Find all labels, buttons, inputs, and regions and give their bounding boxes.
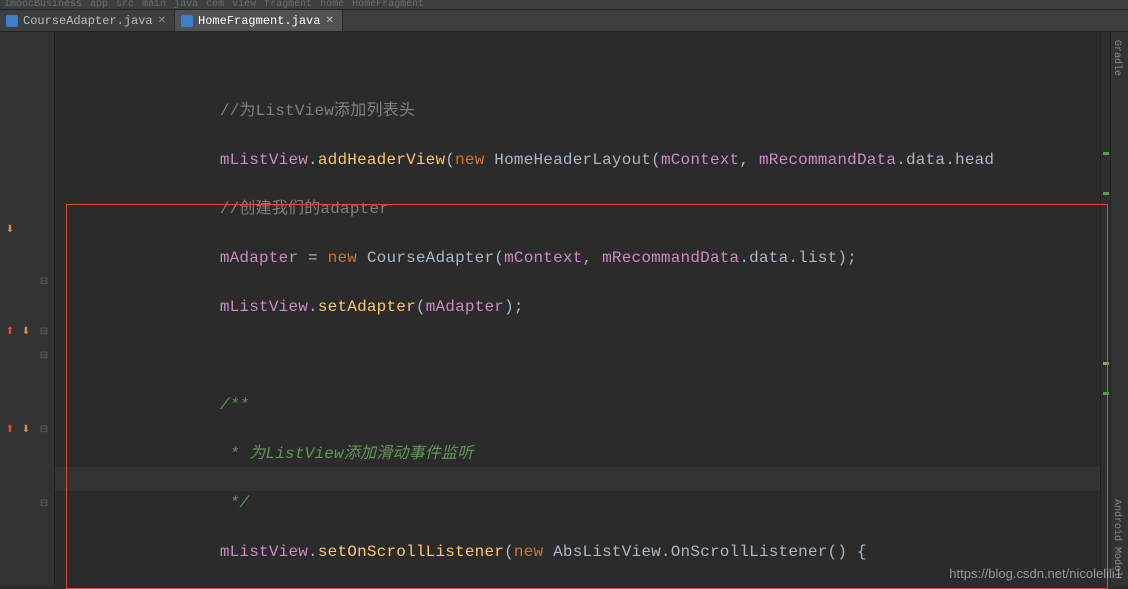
implements-up-icon[interactable]: ⬆ xyxy=(2,324,18,340)
code-text: mAdapter xyxy=(220,249,298,267)
breadcrumb-bar: ImoocBusiness app src main java com view… xyxy=(0,0,1128,10)
breadcrumb[interactable]: com xyxy=(206,0,224,10)
marker-icon[interactable] xyxy=(1103,152,1109,155)
tab-home-fragment[interactable]: HomeFragment.java ✕ xyxy=(175,10,343,31)
code-editor[interactable]: //为ListView添加列表头 mListView.addHeaderView… xyxy=(55,32,1100,585)
override-down-icon[interactable]: ⬇ xyxy=(18,422,34,438)
code-text: mListView xyxy=(220,298,308,316)
breadcrumb[interactable]: home xyxy=(320,0,344,10)
breadcrumb[interactable]: fragment xyxy=(264,0,312,10)
tool-window-gradle[interactable]: Gradle xyxy=(1111,40,1122,76)
watermark: https://blog.csdn.net/nicolelili1 xyxy=(949,566,1122,581)
java-class-icon xyxy=(181,15,193,27)
tab-course-adapter[interactable]: CourseAdapter.java ✕ xyxy=(0,10,175,31)
code-text: mListView xyxy=(220,543,308,561)
tab-label: HomeFragment.java xyxy=(198,14,320,28)
editor-area: ⬇ ⬆ ⬇ ⬆ ⬇ ⊟ ⊟ ⊟ ⊟ ⊟ //为ListView添加列表头 mLi… xyxy=(0,32,1128,585)
breadcrumb[interactable]: ImoocBusiness xyxy=(4,0,82,10)
right-tool-strip: Gradle Android Model xyxy=(1110,32,1128,585)
current-line-highlight xyxy=(55,467,1100,492)
error-stripe[interactable] xyxy=(1100,32,1110,585)
code-text: * 为ListView添加滑动事件监听 xyxy=(220,445,474,463)
fold-icon[interactable]: ⊟ xyxy=(38,276,50,288)
fold-icon[interactable]: ⊟ xyxy=(38,424,50,436)
fold-icon[interactable]: ⊟ xyxy=(38,326,50,338)
close-icon[interactable]: ✕ xyxy=(325,15,333,27)
marker-icon[interactable] xyxy=(1103,392,1109,395)
breadcrumb[interactable]: view xyxy=(232,0,256,10)
code-text: mListView xyxy=(220,151,308,169)
marker-icon[interactable] xyxy=(1103,192,1109,195)
code-text: */ xyxy=(220,494,249,512)
tab-label: CourseAdapter.java xyxy=(23,14,153,28)
fold-icon[interactable]: ⊟ xyxy=(38,350,50,362)
code-text: //创建我们的adapter xyxy=(220,200,389,218)
breadcrumb[interactable]: src xyxy=(116,0,134,10)
breadcrumb[interactable]: HomeFragment xyxy=(352,0,424,10)
override-down-icon[interactable]: ⬇ xyxy=(2,222,18,238)
implements-up-icon[interactable]: ⬆ xyxy=(2,422,18,438)
close-icon[interactable]: ✕ xyxy=(158,15,166,27)
fold-icon[interactable]: ⊟ xyxy=(38,498,50,510)
editor-tabs: CourseAdapter.java ✕ HomeFragment.java ✕ xyxy=(0,10,1128,32)
breadcrumb[interactable]: app xyxy=(90,0,108,10)
marker-icon[interactable] xyxy=(1103,362,1109,365)
breadcrumb[interactable]: java xyxy=(174,0,198,10)
java-class-icon xyxy=(6,15,18,27)
code-text: //为ListView添加列表头 xyxy=(220,102,415,120)
breadcrumb[interactable]: main xyxy=(142,0,166,10)
code-text: /** xyxy=(220,396,249,414)
override-down-icon[interactable]: ⬇ xyxy=(18,324,34,340)
gutter[interactable]: ⬇ ⬆ ⬇ ⬆ ⬇ ⊟ ⊟ ⊟ ⊟ ⊟ xyxy=(0,32,55,585)
